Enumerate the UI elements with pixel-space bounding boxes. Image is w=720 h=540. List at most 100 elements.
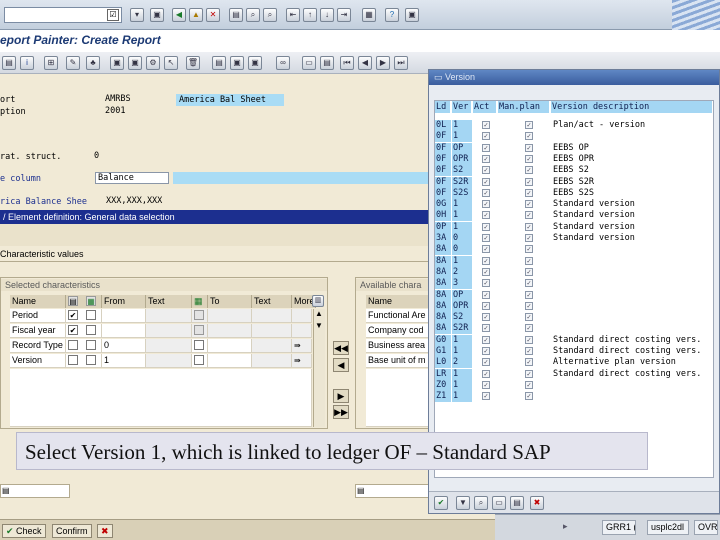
ledger-cell[interactable]: 0F xyxy=(435,187,451,199)
table-settings-icon[interactable]: ▤ xyxy=(357,486,365,495)
ledger-cell[interactable]: 0F xyxy=(435,131,451,143)
version-row[interactable]: 8A S2R ✓ ✓ xyxy=(435,323,713,335)
version-row[interactable]: L0 2 ✓ ✓ Alternative plan version xyxy=(435,357,713,369)
new-session-icon[interactable]: ▦ xyxy=(362,8,376,22)
info-icon[interactable]: i xyxy=(20,56,34,70)
version-row[interactable]: 0F S2S ✓ ✓ EEBS S2S xyxy=(435,187,713,199)
row-from-period[interactable] xyxy=(102,309,146,323)
version-row[interactable]: 0H 1 ✓ ✓ Standard version xyxy=(435,210,713,222)
available-name-header[interactable]: Name xyxy=(366,295,430,308)
selected-scrollbar[interactable]: ▲ ▼ xyxy=(313,309,325,427)
previous-page-icon[interactable]: ↑ xyxy=(303,8,317,22)
row-var-to-checkbox[interactable] xyxy=(194,355,204,365)
description-cell[interactable]: Alternative plan version xyxy=(552,357,712,368)
version-cell[interactable]: OP xyxy=(452,142,472,154)
row-from-fiscal-year[interactable] xyxy=(102,324,146,338)
dropdown-history-icon[interactable]: ▾ xyxy=(130,8,144,22)
ledger-cell[interactable]: Z1 xyxy=(435,391,451,403)
version-cell[interactable]: S2S xyxy=(452,187,472,199)
version-row[interactable]: 0F S2 ✓ ✓ EEBS S2 xyxy=(435,165,713,177)
description-cell[interactable] xyxy=(552,312,712,323)
report-description-field[interactable]: America Bal Sheet xyxy=(176,94,284,106)
version-row[interactable]: 0L 1 ✓ ✓ Plan/act - version xyxy=(435,120,713,131)
ledger-cell[interactable]: 0G xyxy=(435,199,451,211)
format-structure-field[interactable]: 0 xyxy=(92,151,112,163)
description-cell[interactable] xyxy=(552,380,712,391)
ledger-cell[interactable]: 8A xyxy=(435,244,451,256)
next-icon[interactable]: ▶ xyxy=(376,56,390,70)
version-cell[interactable]: 1 xyxy=(452,368,472,380)
description-cell[interactable] xyxy=(552,244,712,255)
formula-icon[interactable]: ▣ xyxy=(110,56,124,70)
version-cell[interactable]: S2R xyxy=(452,176,472,188)
version-cell[interactable]: 2 xyxy=(452,266,472,278)
version-row[interactable]: 8A 3 ✓ ✓ xyxy=(435,278,713,290)
multiple-selection-icon[interactable]: ⇛ xyxy=(294,356,301,365)
col-variable-to-header[interactable]: ▦ xyxy=(192,295,208,308)
ledger-cell[interactable]: 8A xyxy=(435,323,451,335)
ledger-cell[interactable]: 0F xyxy=(435,153,451,165)
column-settings-icon[interactable]: ▥ xyxy=(312,295,324,307)
description-header[interactable]: Version description xyxy=(551,101,713,113)
row-value[interactable]: XXX,XXX,XXX xyxy=(104,196,174,208)
version-row[interactable]: 8A OPR ✓ ✓ xyxy=(435,300,713,312)
ledger-cell[interactable]: L0 xyxy=(435,357,451,369)
row-variable-checkbox[interactable] xyxy=(86,340,96,350)
status-arrow-icon[interactable]: ▸ xyxy=(563,521,568,532)
version-row[interactable]: 3A 0 ✓ ✓ Standard version xyxy=(435,233,713,244)
command-enter-icon[interactable]: ☑ xyxy=(107,9,119,21)
ledger-cell[interactable]: 8A xyxy=(435,278,451,290)
row-copy-checkbox[interactable]: ✔ xyxy=(68,310,78,320)
ledger-cell[interactable]: 3A xyxy=(435,233,451,244)
ledger-cell[interactable]: 0L xyxy=(435,120,451,131)
version-row[interactable]: 0F OP ✓ ✓ EEBS OP xyxy=(435,142,713,154)
row-var-to-checkbox[interactable] xyxy=(194,340,204,350)
check-icon[interactable]: ▣ xyxy=(128,56,142,70)
new-entry-icon[interactable]: ▭ xyxy=(492,496,506,510)
expand-icon[interactable]: ⊞ xyxy=(44,56,58,70)
version-cell[interactable]: 1 xyxy=(452,120,472,131)
settings-icon[interactable]: ⚙ xyxy=(146,56,160,70)
cancel-button[interactable]: ✖ xyxy=(97,524,113,538)
actual-header[interactable]: Act xyxy=(473,101,497,113)
col-from-header[interactable]: From xyxy=(102,295,146,308)
cancel-icon[interactable]: ✕ xyxy=(206,8,220,22)
description-cell[interactable]: Standard direct costing vers. xyxy=(552,369,712,380)
version-row[interactable]: 8A OP ✓ ✓ xyxy=(435,289,713,301)
find-icon[interactable]: ⌕ xyxy=(246,8,260,22)
next-page-icon[interactable]: ↓ xyxy=(320,8,334,22)
version-cell[interactable]: 1 xyxy=(452,255,472,267)
col-flags-header[interactable]: ▤ ▦ xyxy=(66,295,102,308)
version-cell[interactable]: 1 xyxy=(452,221,472,233)
version-row[interactable]: 0P 1 ✓ ✓ Standard version xyxy=(435,221,713,233)
row-copy-checkbox[interactable] xyxy=(68,340,78,350)
version-header[interactable]: Ver xyxy=(452,101,472,113)
description-cell[interactable]: Standard direct costing vers. xyxy=(552,335,712,346)
back-icon[interactable]: ◀ xyxy=(172,8,186,22)
description-cell[interactable]: Plan/act - version xyxy=(552,120,712,131)
description-cell[interactable]: EEBS OP xyxy=(552,143,712,154)
scroll-down-icon[interactable]: ▼ xyxy=(315,321,323,330)
available-row[interactable]: Business area xyxy=(366,339,430,353)
description-cell[interactable]: EEBS OPR xyxy=(552,154,712,165)
version-row[interactable]: 0G 1 ✓ ✓ Standard version xyxy=(435,199,713,211)
version-row[interactable]: 8A 1 ✓ ✓ xyxy=(435,255,713,267)
ledger-header[interactable]: Ld xyxy=(435,101,451,113)
check-button[interactable]: ✔ Check xyxy=(2,524,46,538)
version-row[interactable]: 0F S2R ✓ ✓ EEBS S2R xyxy=(435,176,713,188)
description-cell[interactable]: Standard version xyxy=(552,210,712,221)
ledger-cell[interactable]: Z0 xyxy=(435,379,451,391)
edit-icon[interactable]: ✎ xyxy=(66,56,80,70)
version-row[interactable]: 0F OPR ✓ ✓ EEBS OPR xyxy=(435,153,713,165)
ledger-cell[interactable]: 8A xyxy=(435,289,451,301)
last-page-icon[interactable]: ⇥ xyxy=(337,8,351,22)
ledger-cell[interactable]: 8A xyxy=(435,255,451,267)
col-to-header[interactable]: To xyxy=(208,295,252,308)
display-icon[interactable]: ▤ xyxy=(2,56,16,70)
lock-icon[interactable]: ▭ xyxy=(302,56,316,70)
filter-icon[interactable]: ▼ xyxy=(456,496,470,510)
description-cell[interactable]: Standard version xyxy=(552,199,712,210)
ledger-cell[interactable]: 0F xyxy=(435,176,451,188)
version-cell[interactable]: 0 xyxy=(452,233,472,244)
description-cell[interactable]: EEBS S2R xyxy=(552,177,712,188)
